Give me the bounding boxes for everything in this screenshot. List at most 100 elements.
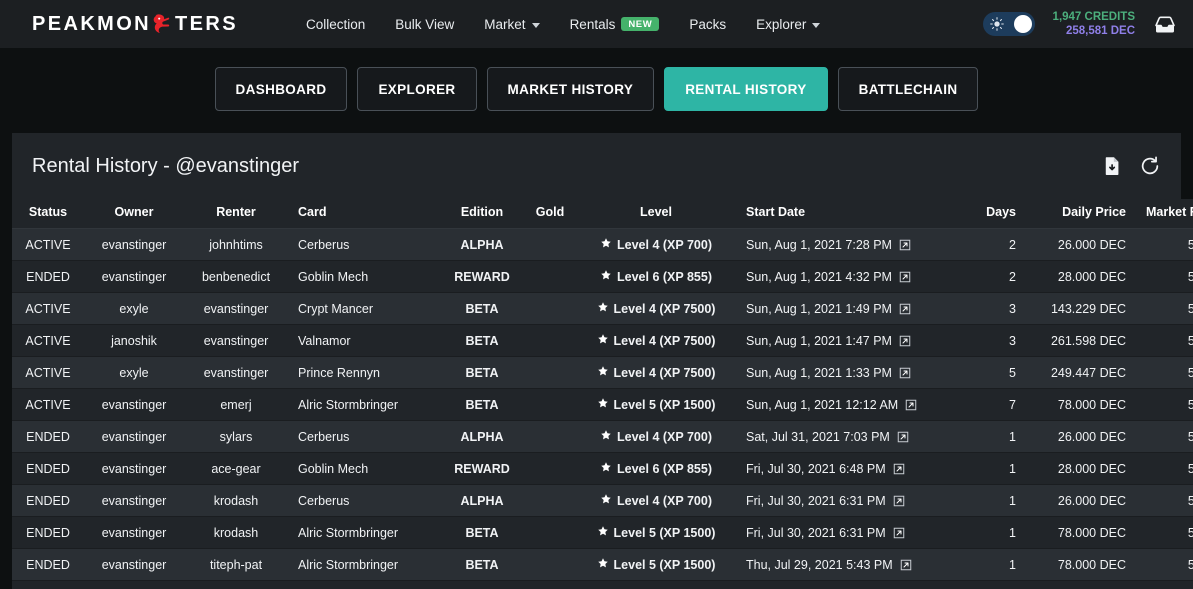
- column-header-owner[interactable]: Owner: [84, 199, 184, 229]
- cell-owner[interactable]: evanstinger: [84, 260, 184, 293]
- column-header-gold[interactable]: Gold: [524, 199, 576, 229]
- cell-renter[interactable]: evanstinger: [184, 356, 288, 389]
- cell-owner[interactable]: evanstinger: [84, 452, 184, 485]
- nav-item-bulk-view[interactable]: Bulk View: [395, 17, 454, 32]
- cell-owner[interactable]: janoshik: [84, 324, 184, 357]
- column-header-card[interactable]: Card: [288, 199, 440, 229]
- cell-level: Level 4 (XP 700): [576, 228, 736, 261]
- external-link-icon[interactable]: [899, 271, 911, 283]
- cell-owner[interactable]: evanstinger: [84, 516, 184, 549]
- cell-card[interactable]: Goblin Mech: [288, 452, 440, 485]
- cell-owner[interactable]: evanstinger: [84, 548, 184, 581]
- table-row[interactable]: ENDEDevanstingershibari26Alric Stormbrin…: [12, 580, 1193, 589]
- cell-owner[interactable]: exyle: [84, 356, 184, 389]
- cell-owner[interactable]: evanstinger: [84, 580, 184, 589]
- inbox-icon[interactable]: [1153, 12, 1177, 36]
- cell-days: 3: [968, 580, 1026, 589]
- column-header-renter[interactable]: Renter: [184, 199, 288, 229]
- cell-renter[interactable]: krodash: [184, 516, 288, 549]
- table-row[interactable]: ENDED evanstinger titeph-pat Alric Stormbri…: [12, 548, 1193, 581]
- cell-renter[interactable]: emerj: [184, 388, 288, 421]
- level-label: Level 4 (XP 700): [617, 429, 712, 444]
- table-row[interactable]: ACTIVE janoshik evanstinger Valnamor BETA Lev…: [12, 324, 1193, 357]
- cell-owner[interactable]: evanstinger: [84, 388, 184, 421]
- cell-card[interactable]: Alric Stormbringer: [288, 580, 440, 589]
- theme-toggle[interactable]: [982, 12, 1035, 36]
- table-row[interactable]: ACTIVE exyle evanstinger Crypt Mancer BETA Le…: [12, 292, 1193, 325]
- table-row[interactable]: ENDED evanstinger ace-gear Goblin Mech REWAR…: [12, 452, 1193, 485]
- table-row[interactable]: ACTIVE exyle evanstinger Prince Rennyn BETA L…: [12, 356, 1193, 389]
- cell-card[interactable]: Cerberus: [288, 228, 440, 261]
- external-link-icon[interactable]: [899, 303, 911, 315]
- cell-market-fee: 5%: [1136, 548, 1193, 581]
- external-link-icon[interactable]: [905, 399, 917, 411]
- external-link-icon[interactable]: [899, 367, 911, 379]
- cell-card[interactable]: Alric Stormbringer: [288, 388, 440, 421]
- cell-card[interactable]: Crypt Mancer: [288, 292, 440, 325]
- tab-battlechain[interactable]: BATTLECHAIN: [837, 67, 979, 111]
- cell-owner[interactable]: exyle: [84, 292, 184, 325]
- nav-item-collection[interactable]: Collection: [306, 17, 365, 32]
- sun-icon: [989, 17, 1004, 36]
- column-header-daily-price[interactable]: Daily Price: [1026, 199, 1136, 229]
- nav-item-explorer[interactable]: Explorer: [756, 16, 821, 32]
- tab-rental-history[interactable]: RENTAL HISTORY: [664, 67, 828, 111]
- column-header-status[interactable]: Status: [12, 199, 84, 229]
- refresh-icon[interactable]: [1139, 155, 1161, 177]
- cell-card[interactable]: Cerberus: [288, 420, 440, 453]
- cell-gold: [524, 356, 576, 389]
- peakmonsters-logo[interactable]: PEAKMON TERS: [32, 11, 238, 37]
- table-row[interactable]: ENDED evanstinger krodash Cerberus ALPHA Leve…: [12, 484, 1193, 517]
- cell-owner[interactable]: evanstinger: [84, 420, 184, 453]
- star-icon: [597, 333, 609, 348]
- cell-card[interactable]: Prince Rennyn: [288, 356, 440, 389]
- nav-item-market[interactable]: Market: [484, 16, 540, 32]
- external-link-icon[interactable]: [897, 431, 909, 443]
- table-row[interactable]: ENDED evanstinger benbenedict Goblin Mech RE…: [12, 260, 1193, 293]
- cell-owner[interactable]: evanstinger: [84, 484, 184, 517]
- cell-renter[interactable]: krodash: [184, 484, 288, 517]
- cell-renter[interactable]: johnhtims: [184, 228, 288, 261]
- download-icon[interactable]: [1101, 155, 1123, 177]
- column-header-level[interactable]: Level: [576, 199, 736, 229]
- external-link-icon[interactable]: [893, 527, 905, 539]
- table-row[interactable]: ENDED evanstinger krodash Alric Stormbringe…: [12, 516, 1193, 549]
- external-link-icon[interactable]: [893, 495, 905, 507]
- column-header-days[interactable]: Days: [968, 199, 1026, 229]
- nav-item-packs[interactable]: Packs: [689, 17, 726, 32]
- table-row[interactable]: ENDED evanstinger sylars Cerberus ALPHA Level…: [12, 420, 1193, 453]
- column-header-market-fee[interactable]: Market Fee: [1136, 199, 1193, 229]
- tab-market-history[interactable]: MARKET HISTORY: [486, 67, 655, 111]
- column-header-start-date[interactable]: Start Date: [736, 199, 968, 229]
- column-header-edition[interactable]: Edition: [440, 199, 524, 229]
- tab-dashboard[interactable]: DASHBOARD: [214, 67, 348, 111]
- nav-label: Market: [484, 16, 526, 32]
- cell-renter[interactable]: evanstinger: [184, 292, 288, 325]
- cell-card[interactable]: Cerberus: [288, 484, 440, 517]
- cell-renter[interactable]: evanstinger: [184, 324, 288, 357]
- dragon-logo-icon: [150, 10, 176, 36]
- cell-card[interactable]: Valnamor: [288, 324, 440, 357]
- cell-renter[interactable]: titeph-pat: [184, 548, 288, 581]
- external-link-icon[interactable]: [899, 335, 911, 347]
- table-row[interactable]: ACTIVE evanstinger johnhtims Cerberus ALPHA L…: [12, 228, 1193, 261]
- external-link-icon[interactable]: [899, 239, 911, 251]
- external-link-icon[interactable]: [893, 463, 905, 475]
- cell-renter[interactable]: shibari26: [184, 580, 288, 589]
- cell-daily-price: 249.447 DEC: [1026, 356, 1136, 389]
- cell-card[interactable]: Alric Stormbringer: [288, 548, 440, 581]
- cell-owner[interactable]: evanstinger: [84, 228, 184, 261]
- cell-card[interactable]: Goblin Mech: [288, 260, 440, 293]
- nav-item-rentals[interactable]: Rentals NEW: [570, 17, 660, 32]
- cell-card[interactable]: Alric Stormbringer: [288, 516, 440, 549]
- cell-renter[interactable]: ace-gear: [184, 452, 288, 485]
- cell-status: ACTIVE: [12, 324, 84, 357]
- cell-renter[interactable]: sylars: [184, 420, 288, 453]
- nav-label: Explorer: [756, 16, 807, 32]
- logo-text-right: TERS: [175, 12, 238, 35]
- table-row[interactable]: ACTIVE evanstinger emerj Alric Stormbringer…: [12, 388, 1193, 421]
- cell-renter[interactable]: benbenedict: [184, 260, 288, 293]
- cell-start-date: Sun, Aug 1, 2021 1:33 PM: [736, 356, 968, 389]
- tab-explorer[interactable]: EXPLORER: [357, 67, 477, 111]
- external-link-icon[interactable]: [900, 559, 912, 571]
